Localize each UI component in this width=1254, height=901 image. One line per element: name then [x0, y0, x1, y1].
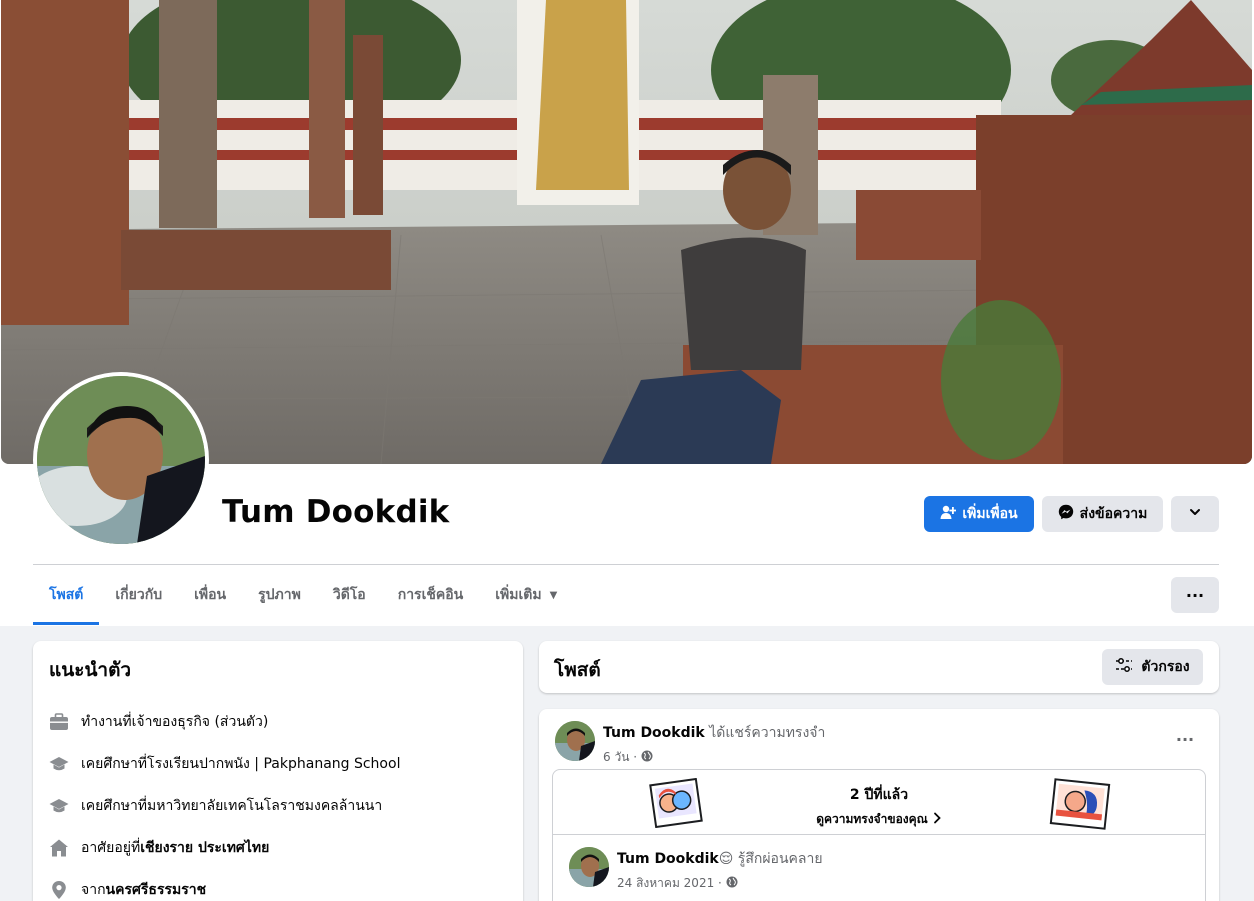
- intro-item-lives-in-prefix: อาศัยอยู่ที่: [81, 840, 141, 856]
- tab-more-label: เพิ่มเติม: [495, 587, 542, 603]
- graduation-cap-icon: [49, 796, 69, 816]
- intro-item-university-value[interactable]: มหาวิทยาลัยเทคโนโลราชมงคลล้านนา: [147, 795, 382, 817]
- chevron-right-icon: [932, 812, 942, 827]
- intro-list: ทำงานที่ เจ้าของธุรกิจ (ส่วนตัว) เคยศึกษ…: [49, 701, 507, 901]
- intro-item-work-prefix: ทำงานที่: [81, 714, 132, 730]
- tabs-more-options-button[interactable]: ···: [1171, 577, 1219, 613]
- profile-tabs: โพสต์ เกี่ยวกับ เพื่อน รูปภาพ วิดีโอ การ…: [33, 565, 573, 625]
- intro-item-lives-in: อาศัยอยู่ที่ เชียงราย ประเทศไทย: [49, 827, 507, 869]
- intro-item-lives-in-value[interactable]: เชียงราย ประเทศไทย: [140, 837, 269, 859]
- cover-photo[interactable]: [1, 0, 1252, 464]
- intro-item-from-prefix: จาก: [81, 882, 106, 898]
- intro-item-university: เคยศึกษาที่ มหาวิทยาลัยเทคโนโลราชมงคลล้า…: [49, 785, 507, 827]
- intro-item-work: ทำงานที่ เจ้าของธุรกิจ (ส่วนตัว): [49, 701, 507, 743]
- cover-photo-image: [1, 0, 1252, 464]
- post-card: Tum Dookdik ได้แชร์ความทรงจำ 6 วัน · ···…: [539, 709, 1219, 901]
- tab-check-ins[interactable]: การเช็คอิน: [382, 565, 480, 625]
- filter-icon: [1115, 657, 1133, 677]
- memory-illustration-right: [1049, 778, 1111, 834]
- add-friend-label: เพิ่มเพื่อน: [962, 506, 1018, 522]
- profile-header: Tum Dookdik เพิ่มเพื่อน ส่งข้อความ โพสต์…: [0, 0, 1254, 626]
- shared-post-feeling: รู้สึกผ่อนคลาย: [733, 851, 823, 867]
- memory-box: 2 ปีที่แล้ว ดูความทรงจำของคุณ Tum Dookdi…: [552, 769, 1206, 901]
- home-icon: [49, 838, 69, 858]
- graduation-cap-icon: [49, 754, 69, 774]
- location-pin-icon: [49, 880, 69, 900]
- tab-about[interactable]: เกี่ยวกับ: [99, 565, 178, 625]
- view-memories-label: ดูความทรงจำของคุณ: [816, 812, 928, 826]
- tab-friends[interactable]: เพื่อน: [178, 565, 242, 625]
- shared-post-avatar[interactable]: [569, 847, 609, 887]
- shared-post-author-name[interactable]: Tum Dookdik: [617, 851, 719, 867]
- post-meta: Tum Dookdik ได้แชร์ความทรงจำ 6 วัน ·: [603, 722, 825, 767]
- tab-posts[interactable]: โพสต์: [33, 565, 100, 625]
- shared-post-author-line: Tum Dookdik😌 รู้สึกผ่อนคลาย: [617, 848, 823, 870]
- memory-banner: 2 ปีที่แล้ว ดูความทรงจำของคุณ: [553, 770, 1205, 835]
- filter-label: ตัวกรอง: [1141, 659, 1190, 675]
- globe-icon: [726, 876, 738, 891]
- post-author-line: Tum Dookdik ได้แชร์ความทรงจำ: [603, 722, 825, 744]
- posts-title: โพสต์: [554, 659, 601, 681]
- intro-item-school-value[interactable]: โรงเรียนปากพนัง | Pakphanang School: [147, 753, 400, 775]
- profile-avatar[interactable]: [33, 372, 209, 548]
- profile-actions: เพิ่มเพื่อน ส่งข้อความ: [924, 496, 1219, 532]
- intro-card: แนะนำตัว ทำงานที่ เจ้าของธุรกิจ (ส่วนตัว…: [33, 641, 523, 901]
- briefcase-icon: [49, 712, 69, 732]
- intro-title: แนะนำตัว: [49, 659, 132, 681]
- intro-item-university-prefix: เคยศึกษาที่: [81, 798, 148, 814]
- post-subline: 6 วัน ·: [603, 748, 825, 767]
- shared-post-subline: 24 สิงหาคม 2021 ·: [617, 874, 823, 893]
- posts-header: โพสต์ ตัวกรอง: [539, 641, 1219, 693]
- shared-post-meta: Tum Dookdik😌 รู้สึกผ่อนคลาย 24 สิงหาคม 2…: [617, 848, 823, 893]
- add-friend-button[interactable]: เพิ่มเพื่อน: [924, 496, 1034, 532]
- send-message-label: ส่งข้อความ: [1079, 506, 1148, 522]
- messenger-icon: [1058, 504, 1074, 524]
- tab-videos[interactable]: วิดีโอ: [317, 565, 382, 625]
- more-actions-button[interactable]: [1171, 496, 1219, 532]
- post-action-text: ได้แชร์ความทรงจำ: [704, 725, 826, 741]
- view-memories-link[interactable]: ดูความทรงจำของคุณ: [816, 810, 942, 829]
- tab-more[interactable]: เพิ่มเติม ▼: [479, 565, 573, 625]
- send-message-button[interactable]: ส่งข้อความ: [1042, 496, 1163, 532]
- tab-photos[interactable]: รูปภาพ: [242, 565, 317, 625]
- intro-item-school: เคยศึกษาที่ โรงเรียนปากพนัง | Pakphanang…: [49, 743, 507, 785]
- profile-avatar-image: [37, 376, 205, 544]
- relieved-emoji-icon: 😌: [718, 851, 734, 867]
- chevron-down-icon: [1189, 506, 1201, 522]
- globe-icon: [641, 750, 653, 765]
- shared-post: Tum Dookdik😌 รู้สึกผ่อนคลาย 24 สิงหาคม 2…: [553, 835, 1205, 901]
- intro-item-work-value[interactable]: เจ้าของธุรกิจ (ส่วนตัว): [132, 711, 269, 733]
- filter-button[interactable]: ตัวกรอง: [1102, 649, 1203, 685]
- profile-name: Tum Dookdik: [222, 494, 450, 530]
- add-friend-icon: [940, 504, 957, 524]
- ellipsis-icon: ···: [1185, 585, 1205, 605]
- ellipsis-icon: ···: [1175, 729, 1195, 749]
- intro-item-from-value[interactable]: นครศรีธรรมราช: [106, 879, 207, 901]
- intro-item-from: จาก นครศรีธรรมราช: [49, 869, 507, 901]
- shared-post-timestamp[interactable]: 24 สิงหาคม 2021 ·: [617, 874, 722, 893]
- post-author-avatar[interactable]: [555, 721, 595, 761]
- post-options-button[interactable]: ···: [1167, 725, 1203, 753]
- intro-item-school-prefix: เคยศึกษาที่: [81, 756, 148, 772]
- caret-down-icon: ▼: [549, 589, 558, 601]
- post-timestamp[interactable]: 6 วัน ·: [603, 748, 637, 767]
- post-author-name[interactable]: Tum Dookdik: [603, 725, 705, 741]
